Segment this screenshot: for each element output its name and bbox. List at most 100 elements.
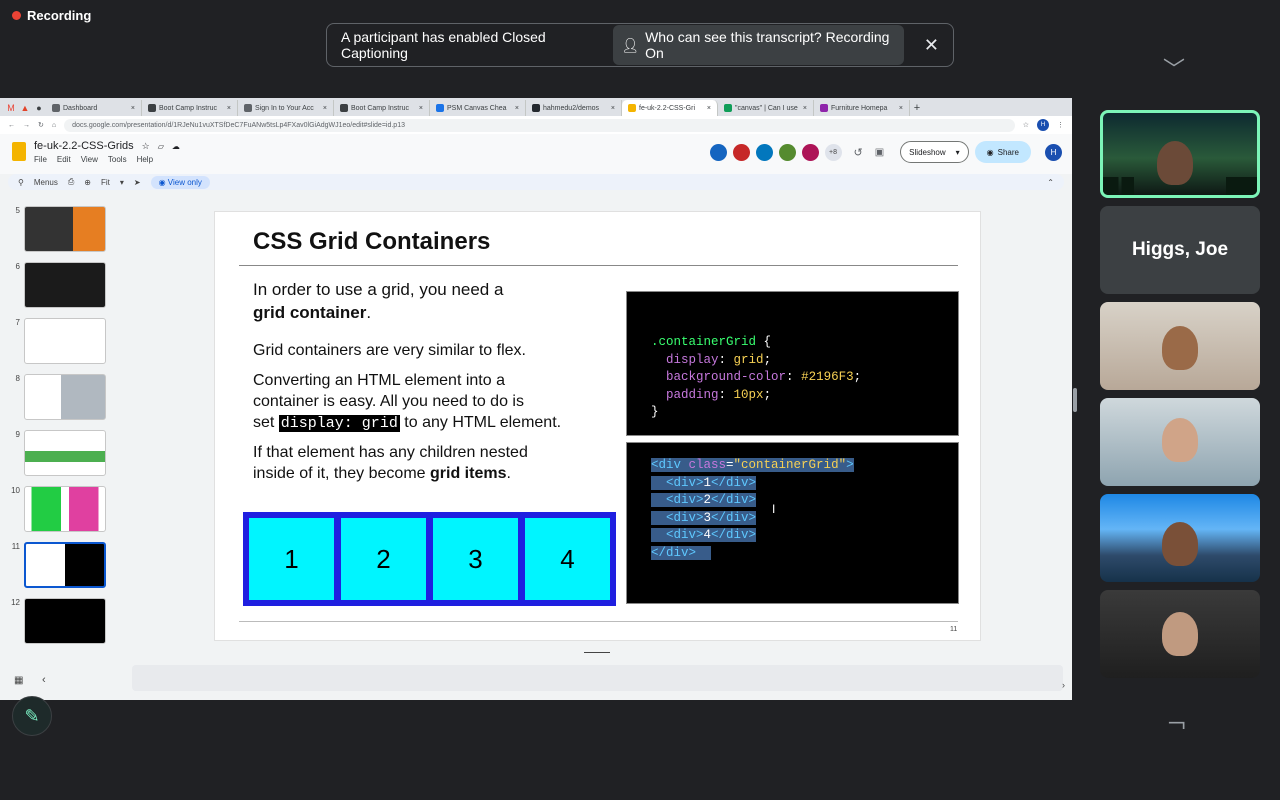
close-icon[interactable]: ✕ [924,35,939,56]
menu-tools[interactable]: Tools [108,155,127,164]
slide-thumbnail[interactable]: 9 [6,430,106,476]
forward-icon[interactable]: → [23,122,30,129]
tab-close-icon[interactable]: × [899,105,903,112]
slide-thumbnail[interactable]: 8 [6,374,106,420]
slide-thumbnail[interactable]: 5 [6,206,106,252]
grid-item: 3 [433,518,518,600]
split-handle[interactable] [1073,388,1077,412]
browser-tab[interactable]: Furniture Homepa × [814,100,910,116]
doc-title[interactable]: fe-uk-2.2-CSS-Grids [34,140,134,152]
slides-logo-icon[interactable] [12,142,26,161]
browser-tab[interactable]: Boot Camp Instruc × [142,100,238,116]
gitlab-icon[interactable]: ▲ [18,100,32,116]
participant-tile[interactable]: Higgs, Joe [1100,206,1260,294]
tab-close-icon[interactable]: × [515,105,519,112]
collaborator-avatar[interactable] [778,143,796,161]
tab-close-icon[interactable]: × [611,105,615,112]
slide-thumbnail[interactable]: 6 [6,262,106,308]
cloud-icon[interactable]: ☁ [172,142,180,151]
code-line: .containerGrid { [651,334,934,352]
address-bar: ← → ↻ ⌂ docs.google.com/presentation/d/1… [0,116,1072,134]
move-icon[interactable]: ▱ [158,142,164,151]
chevron-down-icon[interactable]: ▾ [120,178,124,187]
html-attr: class [688,458,727,472]
pointer-icon[interactable]: ➤ [134,178,141,187]
tab-close-icon[interactable]: × [323,105,327,112]
browser-tab[interactable]: Sign In to Your Acc × [238,100,334,116]
collaborator-avatar[interactable] [801,143,819,161]
collaborator-avatar[interactable] [709,143,727,161]
participant-tile[interactable] [1100,590,1260,678]
browser-tab[interactable]: "canvas" | Can I use × [718,100,814,116]
menu-edit[interactable]: Edit [57,155,71,164]
star-icon[interactable]: ☆ [142,141,150,152]
menu-file[interactable]: File [34,155,47,164]
participant-tile[interactable] [1100,302,1260,390]
more-collaborators-badge[interactable]: +8 [824,143,842,161]
print-icon[interactable]: ⎙ [68,177,74,187]
reload-icon[interactable]: ↻ [38,121,44,129]
view-only-badge[interactable]: ◉ View only [150,175,210,189]
menus-search[interactable]: Menus [34,178,58,187]
share-label: Share [997,147,1019,157]
history-icon[interactable]: ↺ [854,146,863,159]
text: . [506,465,511,482]
share-button[interactable]: ◉ Share [974,141,1031,163]
transcript-info-label: Who can see this transcript? Recording O… [645,29,890,61]
menu-help[interactable]: Help [137,155,153,164]
zoom-icon[interactable]: ⊕ [84,178,91,187]
browser-tab[interactable]: hahmedu2/demos × [526,100,622,116]
zoom-select[interactable]: Fit [101,178,110,187]
side-panel-toggle-icon[interactable]: › [1062,680,1065,690]
browser-tab[interactable]: PSM Canvas Chea × [430,100,526,116]
intro-paragraph: In order to use a grid, you need a grid … [253,278,503,324]
star-icon[interactable]: ☆ [1023,121,1029,129]
slide-thumbnail[interactable]: 10 [6,486,106,532]
tab-close-icon[interactable]: × [227,105,231,112]
camera-icon[interactable]: ▣ [875,147,884,158]
annotate-pencil-button[interactable]: ✎ [12,696,52,736]
chevron-down-icon[interactable]: ﹁ [1163,702,1185,734]
search-icon[interactable]: ⚲ [18,178,24,187]
css-selector: .containerGrid [651,335,757,349]
gmail-icon[interactable]: M [4,100,18,116]
tab-close-icon[interactable]: × [707,105,711,112]
new-tab-icon[interactable]: + [910,100,924,116]
chevron-down-icon[interactable]: ▾ [956,148,960,157]
slide-filmstrip: 5 6 7 8 9 10 11 12 [0,205,112,655]
slide-thumbnail[interactable]: 11 [6,542,106,588]
slide-thumbnail[interactable]: 12 [6,598,106,644]
bold-text: grid container [253,303,367,322]
collapse-toolbar-icon[interactable]: ⌃ [1047,178,1054,187]
slideshow-button[interactable]: Slideshow ▾ [900,141,969,163]
chevron-up-icon[interactable]: ﹀ [1163,52,1185,84]
page-number: 11 [950,626,958,633]
slide-thumbnail[interactable]: 7 [6,318,106,364]
collaborator-avatar[interactable] [732,143,750,161]
collapse-filmstrip-icon[interactable]: ‹ [42,674,46,686]
url-input[interactable]: docs.google.com/presentation/d/1RJeNu1vu… [64,118,1015,132]
resize-handle[interactable] [584,652,610,653]
selection-highlight: <div class="containerGrid"> [651,458,854,472]
tab-close-icon[interactable]: × [803,105,807,112]
grid-view-icon[interactable]: ▦ [14,675,23,686]
back-icon[interactable]: ← [8,122,15,129]
user-avatar[interactable]: H [1045,143,1062,161]
participant-tile[interactable] [1100,398,1260,486]
browser-tab[interactable]: Dashboard × [46,100,142,116]
kebab-menu-icon[interactable]: ⋮ [1057,121,1064,129]
speaker-notes[interactable] [132,665,1063,691]
github-icon[interactable]: ● [32,100,46,116]
browser-tab[interactable]: fe-uk-2.2-CSS-Gri × [622,100,718,116]
home-icon[interactable]: ⌂ [52,122,56,129]
html-tag: </div> [711,475,757,490]
browser-tab[interactable]: Boot Camp Instruc × [334,100,430,116]
collaborator-avatar[interactable] [755,143,773,161]
participant-tile[interactable] [1100,494,1260,582]
tab-close-icon[interactable]: × [131,105,135,112]
menu-view[interactable]: View [81,155,98,164]
participant-tile[interactable] [1100,110,1260,198]
tab-close-icon[interactable]: × [419,105,423,112]
profile-avatar[interactable]: H [1037,119,1049,131]
transcript-info-button[interactable]: 👤︎ Who can see this transcript? Recordin… [613,25,904,65]
